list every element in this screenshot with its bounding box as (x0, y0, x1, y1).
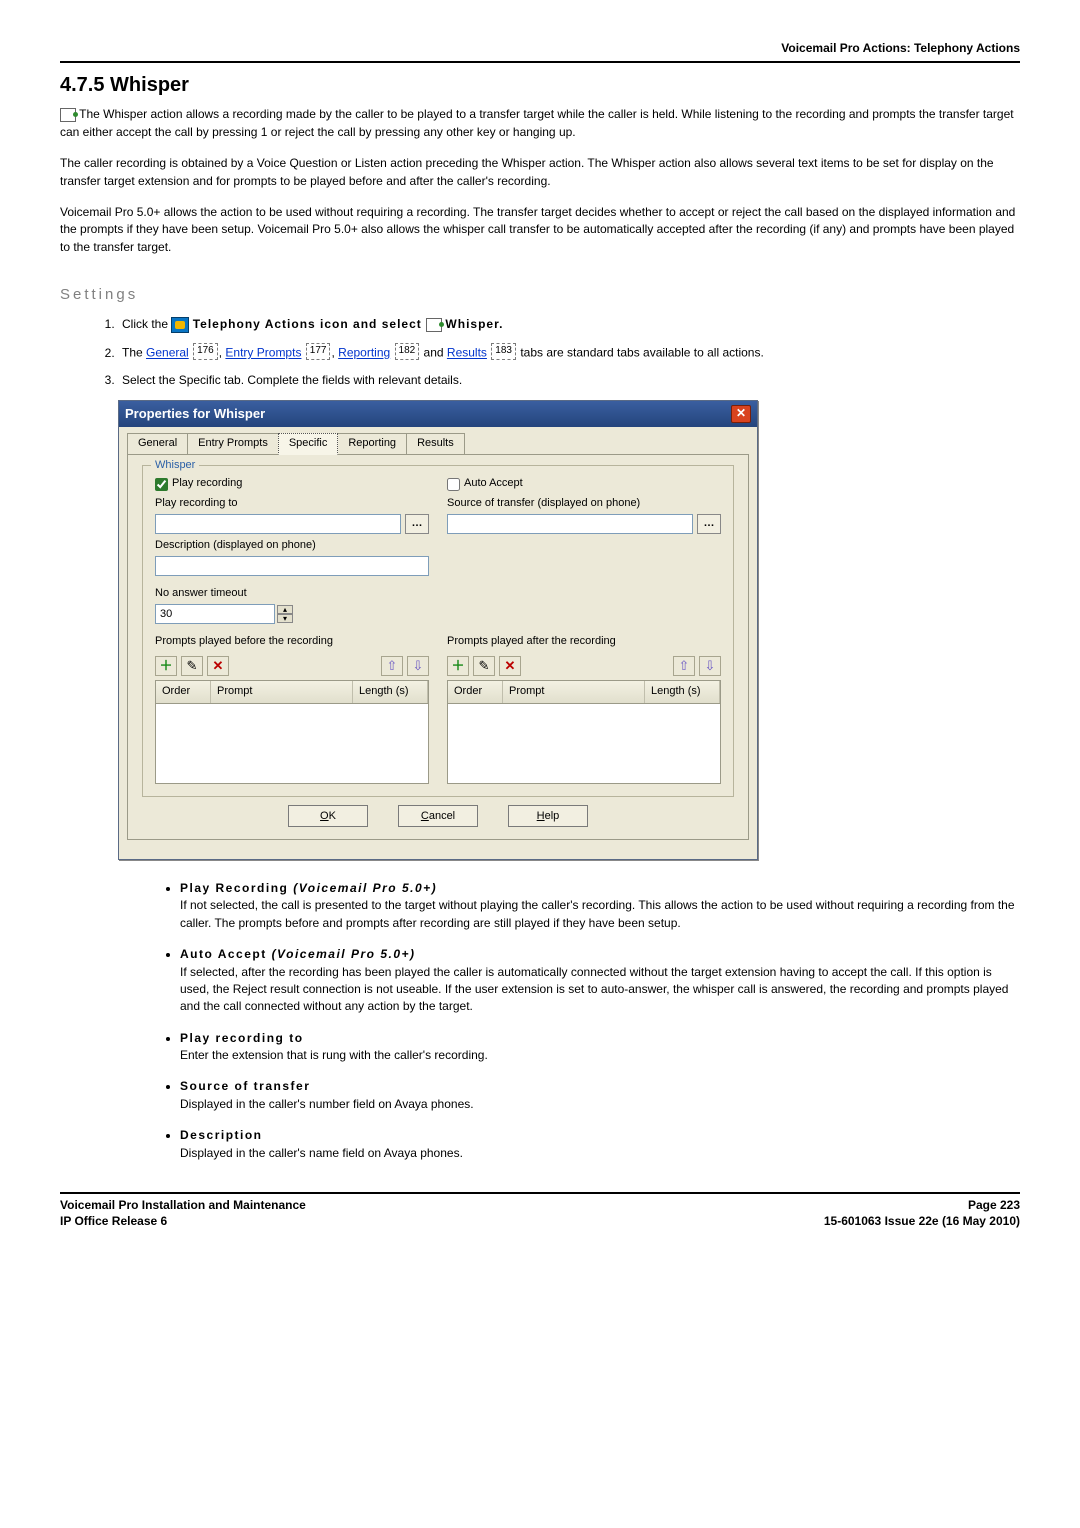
footer-left1: Voicemail Pro Installation and Maintenan… (60, 1198, 306, 1214)
step-1: Click the Telephony Actions icon and sel… (118, 316, 1020, 333)
after-list-header: Order Prompt Length (s) (447, 680, 721, 704)
before-add-button[interactable]: ＋ (155, 656, 177, 676)
help-button[interactable]: Help (508, 805, 588, 827)
ref-176: 176 (193, 343, 218, 360)
intro-p2: The caller recording is obtained by a Vo… (60, 155, 1020, 190)
link-results[interactable]: Results (447, 346, 487, 360)
tab-entry-prompts[interactable]: Entry Prompts (187, 433, 279, 455)
source-browse-button[interactable]: … (697, 514, 721, 534)
ref-177: 177 (306, 343, 331, 360)
tab-content-specific: Whisper Play recording Play recording to… (127, 454, 749, 840)
page-footer: Voicemail Pro Installation and Maintenan… (60, 1192, 1020, 1229)
after-delete-button[interactable]: ✕ (499, 656, 521, 676)
settings-steps: Click the Telephony Actions icon and sel… (118, 316, 1020, 390)
bullet-auto-accept: Auto Accept (Voicemail Pro 5.0+) If sele… (180, 946, 1020, 1016)
bullet-source-of-transfer: Source of transfer Displayed in the call… (180, 1078, 1020, 1113)
play-to-browse-button[interactable]: … (405, 514, 429, 534)
link-reporting[interactable]: Reporting (338, 346, 390, 360)
whisper-icon (426, 318, 442, 332)
link-entry-prompts[interactable]: Entry Prompts (225, 346, 301, 360)
link-general[interactable]: General (146, 346, 189, 360)
dialog-tabs: General Entry Prompts Specific Reporting… (119, 427, 757, 455)
bullet-play-recording-to: Play recording to Enter the extension th… (180, 1030, 1020, 1065)
dialog-titlebar: Properties for Whisper ✕ (119, 401, 757, 428)
before-down-button[interactable]: ⇩ (407, 656, 429, 676)
settings-heading: Settings (60, 284, 1020, 306)
after-label: Prompts played after the recording (447, 634, 721, 650)
properties-dialog: Properties for Whisper ✕ General Entry P… (118, 400, 758, 860)
tab-reporting[interactable]: Reporting (337, 433, 407, 455)
after-list[interactable] (447, 704, 721, 784)
source-input[interactable] (447, 514, 693, 534)
after-down-button[interactable]: ⇩ (699, 656, 721, 676)
intro-p1: The Whisper action allows a recording ma… (60, 106, 1020, 141)
description-label: Description (displayed on phone) (155, 538, 429, 554)
ref-183: 183 (491, 343, 516, 360)
description-bullets: Play Recording (Voicemail Pro 5.0+) If n… (180, 880, 1020, 1162)
play-recording-checkbox[interactable] (155, 478, 168, 491)
footer-right2: 15-601063 Issue 22e (16 May 2010) (824, 1214, 1020, 1230)
step-3: Select the Specific tab. Complete the fi… (118, 372, 1020, 389)
before-list[interactable] (155, 704, 429, 784)
after-add-button[interactable]: ＋ (447, 656, 469, 676)
before-list-header: Order Prompt Length (s) (155, 680, 429, 704)
whisper-icon (60, 108, 76, 122)
before-edit-button[interactable]: ✎ (181, 656, 203, 676)
after-edit-button[interactable]: ✎ (473, 656, 495, 676)
timeout-spinner[interactable]: ▴▾ (277, 605, 293, 623)
auto-accept-label: Auto Accept (464, 476, 523, 492)
before-delete-button[interactable]: ✕ (207, 656, 229, 676)
auto-accept-checkbox[interactable] (447, 478, 460, 491)
after-up-button[interactable]: ⇧ (673, 656, 695, 676)
cancel-button[interactable]: Cancel (398, 805, 478, 827)
close-button[interactable]: ✕ (731, 405, 751, 423)
group-title: Whisper (151, 458, 199, 474)
section-heading: 4.7.5 Whisper (60, 71, 1020, 100)
ok-button[interactable]: OK (288, 805, 368, 827)
ref-182: 182 (395, 343, 420, 360)
bullet-play-recording: Play Recording (Voicemail Pro 5.0+) If n… (180, 880, 1020, 932)
footer-right1: Page 223 (824, 1198, 1020, 1214)
telephony-actions-icon (171, 317, 189, 333)
play-recording-label: Play recording (172, 476, 242, 492)
before-label: Prompts played before the recording (155, 634, 429, 650)
header-category: Voicemail Pro Actions: Telephony Actions (60, 40, 1020, 63)
whisper-group: Whisper Play recording Play recording to… (142, 465, 734, 797)
bullet-description: Description Displayed in the caller's na… (180, 1127, 1020, 1162)
tab-specific[interactable]: Specific (278, 433, 339, 455)
step-2: The General 176, Entry Prompts 177, Repo… (118, 343, 1020, 362)
timeout-label: No answer timeout (155, 586, 721, 602)
description-input[interactable] (155, 556, 429, 576)
timeout-input[interactable] (155, 604, 275, 624)
footer-left2: IP Office Release 6 (60, 1214, 306, 1230)
source-label: Source of transfer (displayed on phone) (447, 496, 721, 512)
play-to-input[interactable] (155, 514, 401, 534)
tab-general[interactable]: General (127, 433, 188, 455)
intro-p3: Voicemail Pro 5.0+ allows the action to … (60, 204, 1020, 256)
before-up-button[interactable]: ⇧ (381, 656, 403, 676)
play-to-label: Play recording to (155, 496, 429, 512)
tab-results[interactable]: Results (406, 433, 465, 455)
dialog-title: Properties for Whisper (125, 405, 265, 424)
